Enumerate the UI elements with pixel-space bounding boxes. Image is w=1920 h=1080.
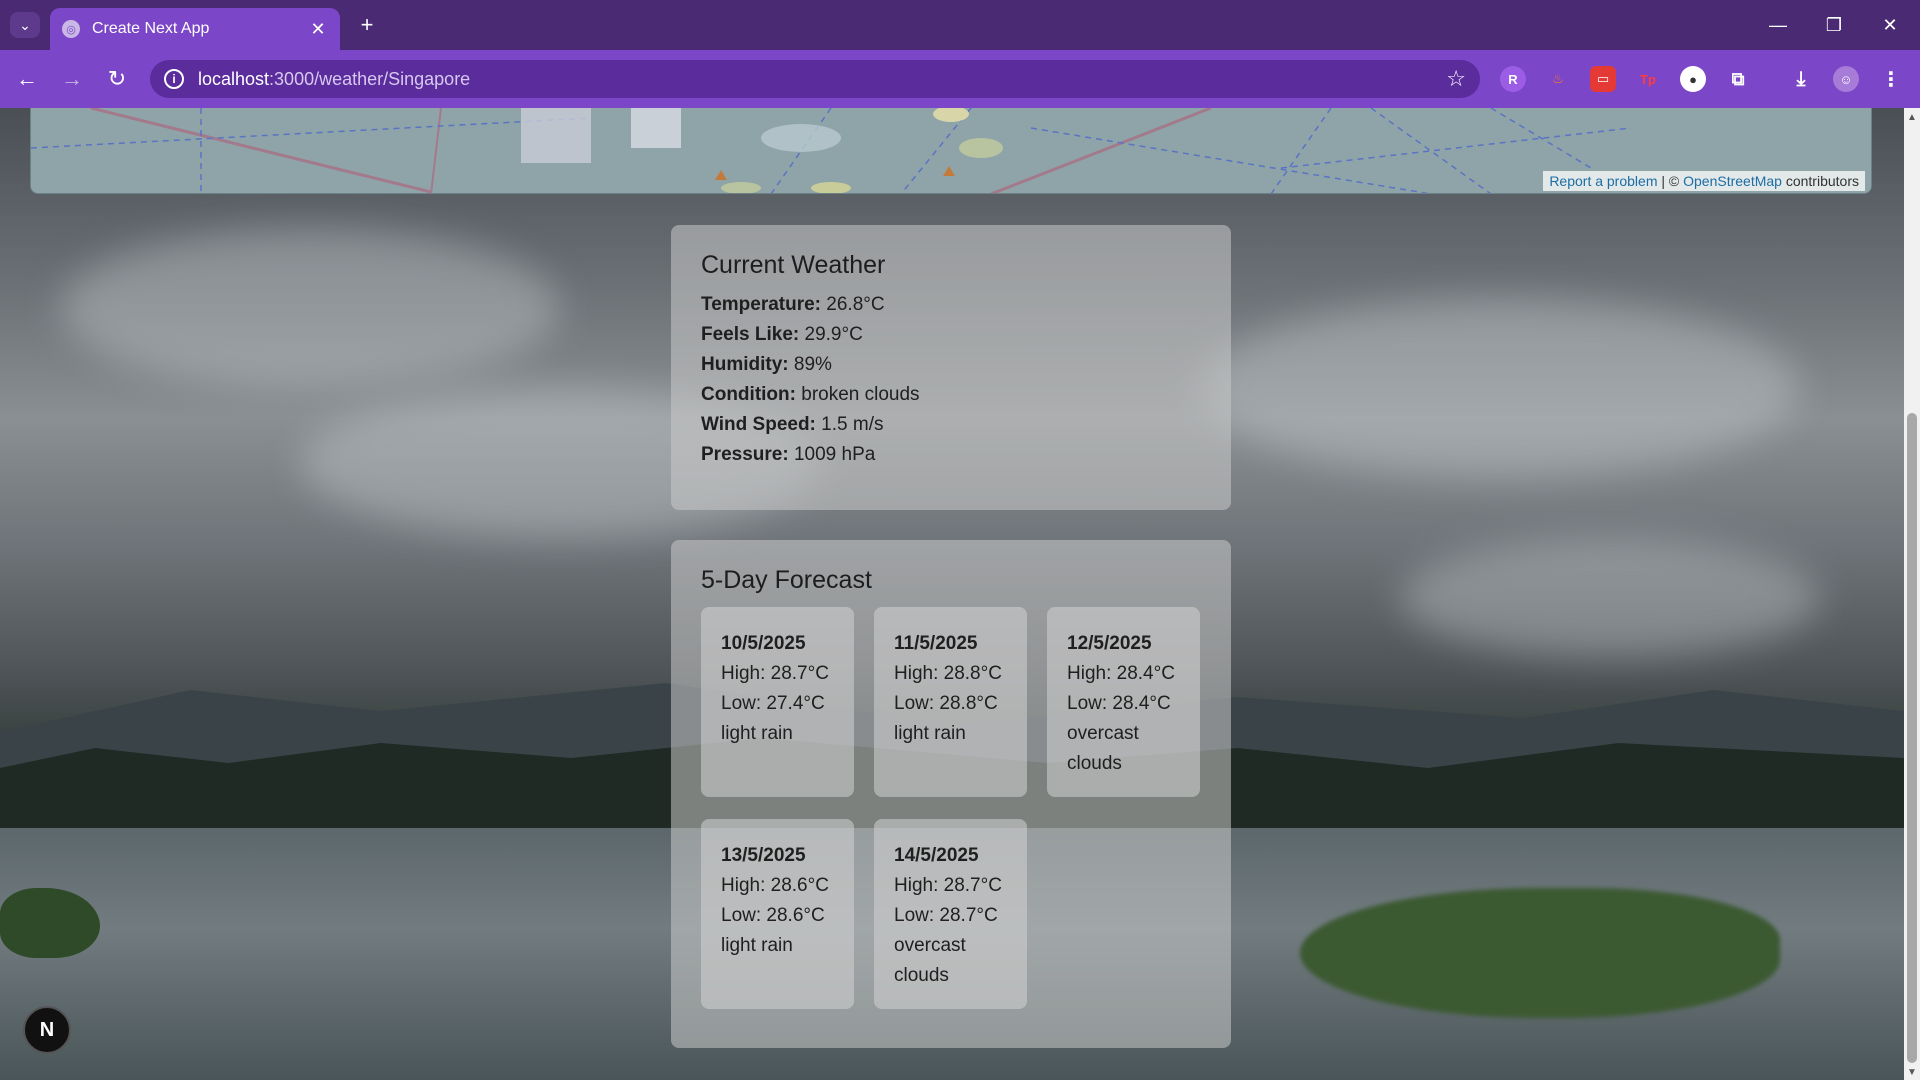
- forward-arrow-icon[interactable]: →: [57, 64, 87, 94]
- forecast-low: Low: 28.4°C: [1067, 693, 1171, 714]
- forecast-desc: light rain: [721, 723, 793, 744]
- nextjs-dev-badge[interactable]: N: [23, 1006, 71, 1054]
- new-tab-plus-icon[interactable]: +: [354, 12, 380, 38]
- forecast-day-card: 11/5/2025 High: 28.8°C Low: 28.8°C light…: [874, 607, 1027, 797]
- tab-title: Create Next App: [92, 20, 210, 37]
- forecast-high: High: 28.7°C: [721, 663, 829, 684]
- profile-avatar[interactable]: ☺: [1833, 66, 1859, 92]
- forecast-day-card: 13/5/2025 High: 28.6°C Low: 28.6°C light…: [701, 819, 854, 1009]
- address-bar[interactable]: i localhost:3000/weather/Singapore ☆: [150, 60, 1480, 98]
- nextjs-logo-icon: N: [39, 1018, 55, 1041]
- background-island: [1300, 888, 1780, 1018]
- wind-speed-row: Wind Speed: 1.5 m/s: [701, 414, 884, 435]
- temperature-row: Temperature: 26.8°C: [701, 294, 885, 315]
- forecast-day-card: 12/5/2025 High: 28.4°C Low: 28.4°C overc…: [1047, 607, 1200, 797]
- globe-icon: ◎: [62, 20, 80, 38]
- background-cloud: [1400, 538, 1820, 658]
- tab-search-chevron-icon[interactable]: ⌄: [10, 12, 40, 38]
- back-arrow-icon[interactable]: ←: [12, 64, 42, 94]
- forecast-desc: light rain: [721, 935, 793, 956]
- forecast-card: 5-Day Forecast 10/5/2025 High: 28.7°C Lo…: [671, 540, 1231, 1048]
- forecast-desc: overcast clouds: [1067, 723, 1139, 774]
- map-attribution: Report a problem | © OpenStreetMap contr…: [1543, 171, 1865, 191]
- browser-menu-icon[interactable]: ⋮: [1878, 66, 1904, 92]
- forecast-date: 10/5/2025: [721, 633, 806, 654]
- scrollbar[interactable]: ▲ ▼: [1904, 108, 1920, 1080]
- forecast-date: 11/5/2025: [894, 633, 978, 654]
- scroll-up-arrow-icon[interactable]: ▲: [1907, 112, 1917, 123]
- forecast-desc: overcast clouds: [894, 935, 966, 986]
- download-icon[interactable]: ⤓: [1788, 66, 1814, 92]
- forecast-low: Low: 28.7°C: [894, 905, 998, 926]
- openstreetmap-link[interactable]: OpenStreetMap: [1683, 173, 1782, 189]
- forecast-high: High: 28.8°C: [894, 663, 1002, 684]
- scroll-down-arrow-icon[interactable]: ▼: [1907, 1067, 1917, 1078]
- url-text[interactable]: localhost:3000/weather/Singapore: [198, 69, 1446, 90]
- forecast-desc: light rain: [894, 723, 966, 744]
- extension-tp-icon[interactable]: Tp: [1635, 66, 1661, 92]
- background-cloud: [60, 228, 560, 388]
- browser-tab-bar: ⌄ ◎ Create Next App ✕ + — ❐ ✕: [0, 0, 1920, 50]
- forecast-title: 5-Day Forecast: [701, 566, 872, 594]
- pressure-row: Pressure: 1009 hPa: [701, 444, 876, 465]
- current-weather-card: Current Weather Temperature: 26.8°C Feel…: [671, 225, 1231, 510]
- close-window-icon[interactable]: ✕: [1870, 10, 1910, 40]
- condition-row: Condition: broken clouds: [701, 384, 920, 405]
- forecast-low: Low: 28.6°C: [721, 905, 825, 926]
- close-tab-icon[interactable]: ✕: [308, 19, 328, 40]
- browser-toolbar: ← → ↻ i localhost:3000/weather/Singapore…: [0, 50, 1920, 108]
- reload-icon[interactable]: ↻: [102, 64, 132, 94]
- browser-tab[interactable]: ◎ Create Next App ✕: [50, 8, 340, 50]
- forecast-day-card: 10/5/2025 High: 28.7°C Low: 27.4°C light…: [701, 607, 854, 797]
- restore-icon[interactable]: ❐: [1814, 10, 1854, 40]
- map-view[interactable]: Report a problem | © OpenStreetMap contr…: [30, 108, 1872, 194]
- forecast-day-card: 14/5/2025 High: 28.7°C Low: 28.7°C overc…: [874, 819, 1027, 1009]
- report-problem-link[interactable]: Report a problem: [1549, 173, 1657, 189]
- background-cloud: [1200, 298, 1800, 478]
- forecast-low: Low: 28.8°C: [894, 693, 998, 714]
- scrollbar-thumb[interactable]: [1907, 413, 1917, 1063]
- extension-red-icon[interactable]: ▭: [1590, 66, 1616, 92]
- site-info-icon[interactable]: i: [164, 69, 184, 89]
- forecast-date: 13/5/2025: [721, 845, 806, 866]
- page-viewport: Report a problem | © OpenStreetMap contr…: [0, 108, 1904, 1080]
- minimize-icon[interactable]: —: [1758, 10, 1798, 40]
- extensions-puzzle-icon[interactable]: ⧉: [1725, 66, 1751, 92]
- forecast-high: High: 28.7°C: [894, 875, 1002, 896]
- forecast-date: 14/5/2025: [894, 845, 979, 866]
- humidity-row: Humidity: 89%: [701, 354, 832, 375]
- extension-r-icon[interactable]: R: [1500, 66, 1526, 92]
- forecast-high: High: 28.4°C: [1067, 663, 1175, 684]
- forecast-high: High: 28.6°C: [721, 875, 829, 896]
- feels-like-row: Feels Like: 29.9°C: [701, 324, 863, 345]
- forecast-date: 12/5/2025: [1067, 633, 1152, 654]
- current-weather-title: Current Weather: [701, 251, 886, 279]
- extension-flame-icon[interactable]: ♨: [1545, 66, 1571, 92]
- forecast-low: Low: 27.4°C: [721, 693, 825, 714]
- extension-circle-icon[interactable]: ●: [1680, 66, 1706, 92]
- bookmark-star-icon[interactable]: ☆: [1446, 66, 1466, 92]
